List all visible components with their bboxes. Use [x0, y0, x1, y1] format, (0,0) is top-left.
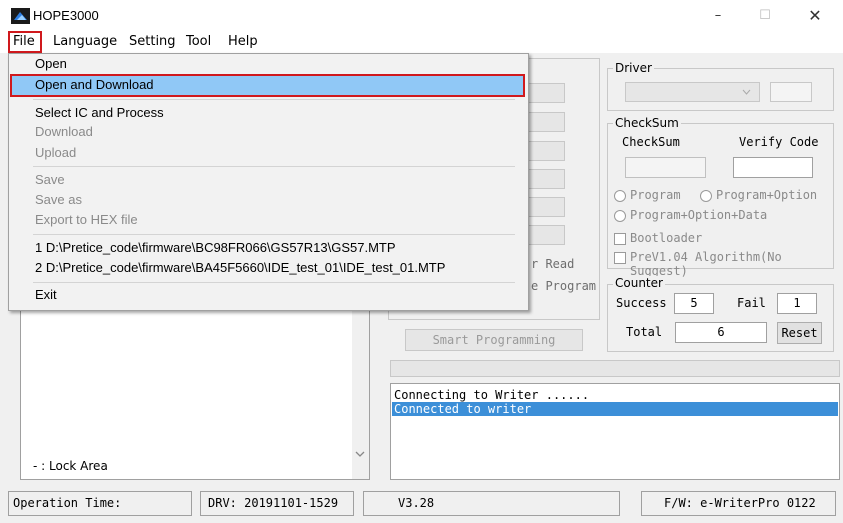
menu-separator	[33, 166, 515, 167]
menu-separator	[33, 99, 515, 100]
minimize-button[interactable]: –	[698, 4, 738, 28]
left-tree-panel[interactable]	[20, 290, 370, 480]
software-version-status: V3.28	[363, 491, 620, 516]
radio-program-option-data[interactable]	[614, 210, 626, 222]
radio-program-option-data-label: Program+Option+Data	[630, 208, 768, 222]
fail-count: 1	[777, 293, 817, 314]
menu-item-open-and-download[interactable]: Open and Download	[35, 75, 154, 95]
driver-version-status: DRV: 20191101-1529	[200, 491, 354, 516]
counter-legend: Counter	[613, 276, 665, 290]
close-button[interactable]: ✕	[795, 4, 835, 28]
lock-area-label: - : Lock Area	[33, 459, 108, 473]
verify-code-field[interactable]	[733, 157, 813, 178]
radio-program[interactable]	[614, 190, 626, 202]
menu-separator	[33, 282, 515, 283]
menu-language[interactable]: Language	[49, 31, 121, 53]
menu-item-recent-1[interactable]: 1 D:\Pretice_code\firmware\BC98FR066\GS5…	[35, 238, 396, 258]
verify-code-label: Verify Code	[739, 135, 819, 149]
progress-bar	[390, 360, 840, 377]
driver-extra-field[interactable]	[770, 82, 812, 102]
option-program-label: e Program	[531, 279, 597, 293]
menu-tool[interactable]: Tool	[182, 31, 215, 53]
checksum-label: CheckSum	[622, 135, 680, 149]
log-list[interactable]: Connecting to Writer ...... Connected to…	[390, 383, 840, 480]
smart-programming-button[interactable]: Smart Programming	[405, 329, 583, 351]
menu-item-open[interactable]: Open	[35, 54, 67, 74]
fail-label: Fail	[737, 296, 766, 310]
menu-item-download[interactable]: Download	[35, 122, 93, 142]
radio-program-option[interactable]	[700, 190, 712, 202]
log-line: Connecting to Writer ......	[394, 388, 590, 402]
success-count: 5	[674, 293, 714, 314]
menu-item-select-ic[interactable]: Select IC and Process	[35, 103, 164, 123]
checksum-field	[625, 157, 706, 178]
menu-item-save[interactable]: Save	[35, 170, 65, 190]
bootloader-label: Bootloader	[630, 231, 703, 245]
chevron-down-icon	[742, 89, 751, 95]
maximize-button[interactable]: ☐	[745, 4, 785, 28]
radio-program-label: Program	[630, 188, 681, 202]
chevron-down-icon[interactable]	[355, 450, 365, 458]
operation-time-status: Operation Time:	[8, 491, 192, 516]
app-logo-icon	[11, 8, 30, 24]
total-label: Total	[626, 325, 663, 339]
menu-item-save-as[interactable]: Save as	[35, 190, 82, 210]
reset-button[interactable]: Reset	[777, 322, 822, 344]
menu-help[interactable]: Help	[224, 31, 262, 53]
menu-item-recent-2[interactable]: 2 D:\Pretice_code\firmware\BA45F5660\IDE…	[35, 258, 445, 278]
driver-legend: Driver	[613, 61, 654, 75]
checksum-legend: CheckSum	[613, 116, 681, 130]
bootloader-checkbox[interactable]	[614, 233, 626, 245]
menu-setting[interactable]: Setting	[125, 31, 180, 53]
option-read-label: r Read	[531, 257, 575, 271]
menu-file[interactable]: File	[8, 31, 42, 53]
menu-item-export-hex[interactable]: Export to HEX file	[35, 210, 138, 230]
driver-select[interactable]	[625, 82, 760, 102]
total-count: 6	[675, 322, 767, 343]
log-line-selected[interactable]: Connected to writer	[392, 402, 838, 416]
success-label: Success	[616, 296, 667, 310]
prev104-label: PreV1.04 Algorithm(No Suggest)	[630, 250, 782, 278]
window-title: HOPE3000	[33, 8, 99, 23]
radio-program-option-label: Program+Option	[716, 188, 818, 202]
firmware-version-status: F/W: e-WriterPro 0122	[641, 491, 836, 516]
menu-item-exit[interactable]: Exit	[35, 285, 57, 305]
menu-separator	[33, 234, 515, 235]
prev104-checkbox[interactable]	[614, 252, 626, 264]
menu-item-upload[interactable]: Upload	[35, 143, 76, 163]
